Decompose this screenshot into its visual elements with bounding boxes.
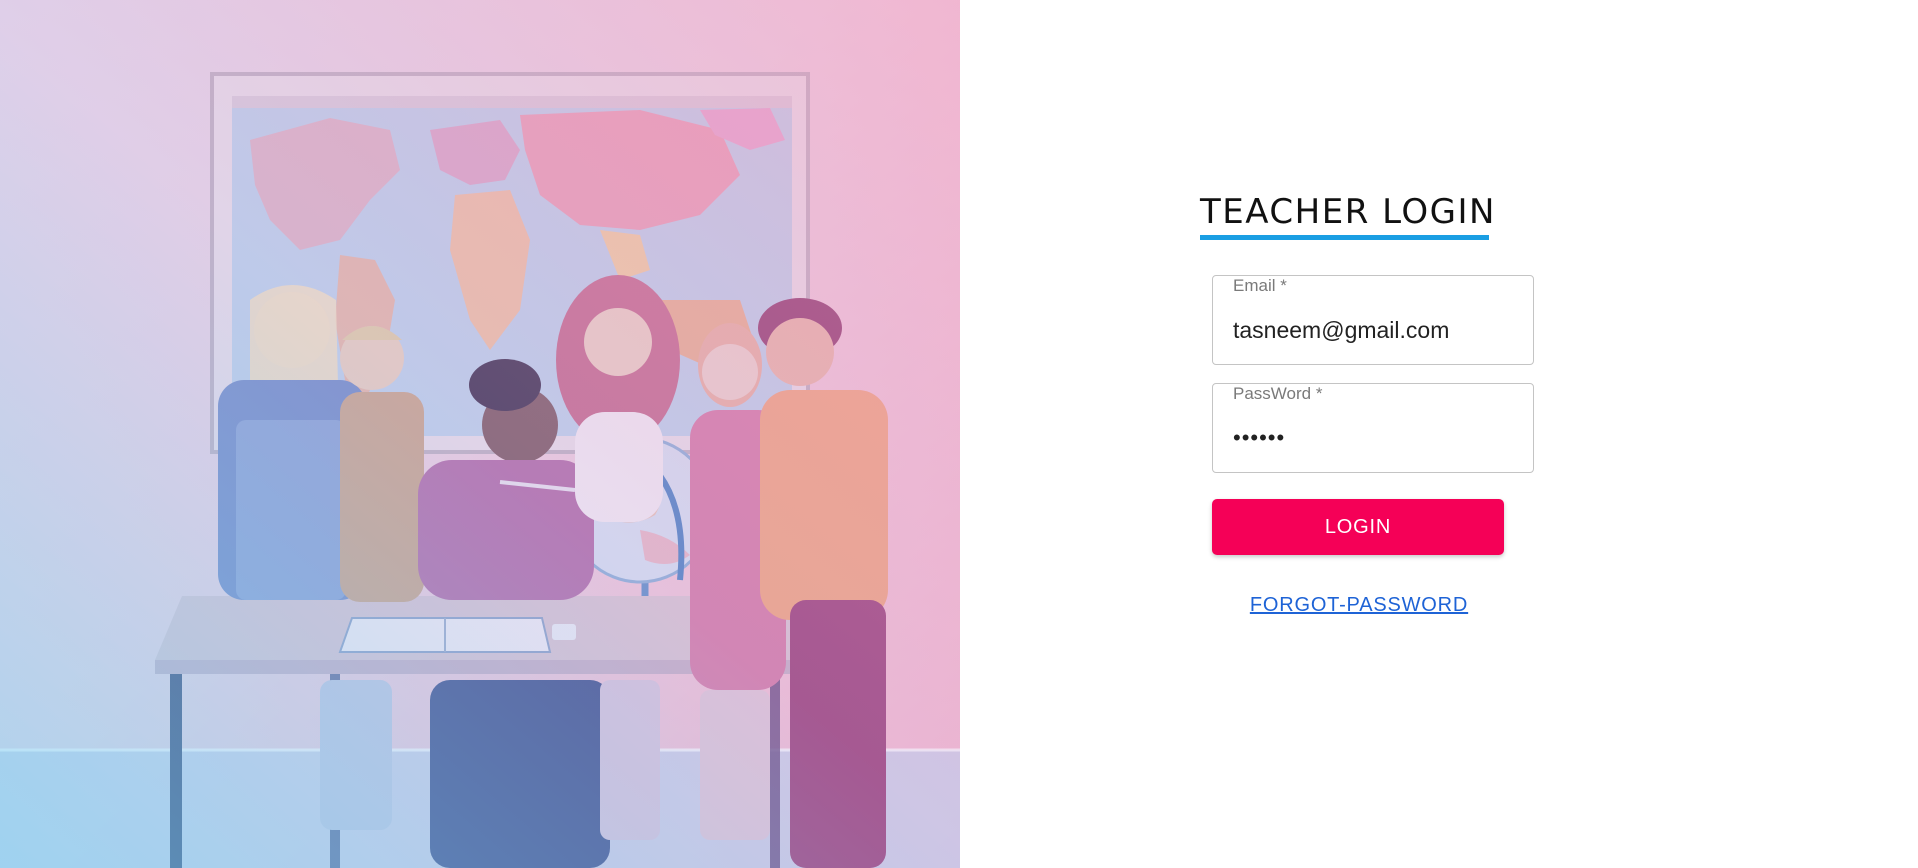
classroom-illustration <box>0 72 960 868</box>
login-panel: TEACHER LOGIN Email * PassWord * LOGIN F… <box>960 0 1918 868</box>
email-input[interactable] <box>1233 312 1518 348</box>
forgot-password-link[interactable]: FORGOT-PASSWORD <box>1246 594 1472 617</box>
login-button[interactable]: LOGIN <box>1212 499 1504 555</box>
email-field[interactable]: Email * <box>1212 275 1534 365</box>
login-page: TEACHER LOGIN Email * PassWord * LOGIN F… <box>0 0 1918 868</box>
hero-image <box>0 0 960 868</box>
title-underline <box>1200 235 1489 240</box>
email-label: Email * <box>1233 276 1287 296</box>
password-field[interactable]: PassWord * <box>1212 383 1534 473</box>
password-label: PassWord * <box>1233 384 1323 404</box>
password-input[interactable] <box>1233 420 1518 456</box>
login-title: TEACHER LOGIN <box>1200 192 1496 232</box>
